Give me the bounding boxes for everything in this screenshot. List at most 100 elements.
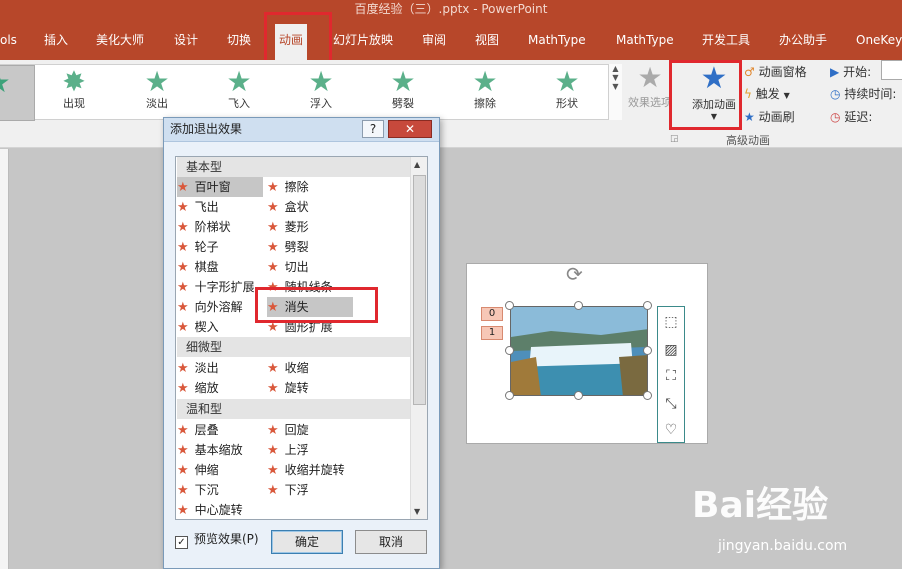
star-icon: ★ — [177, 463, 189, 478]
close-button[interactable]: ✕ — [388, 120, 432, 138]
tab-view[interactable]: 视图 — [475, 20, 499, 60]
effect-item[interactable]: ★ 回旋 — [267, 420, 353, 440]
preview-effect-checkbox[interactable]: ✓ 预览效果(P) — [175, 532, 259, 549]
ok-button[interactable]: 确定 — [271, 530, 343, 554]
star-icon: ★ — [267, 200, 279, 215]
effect-item[interactable]: ★ 百叶窗 — [177, 177, 263, 197]
resize-handle-n[interactable] — [574, 301, 583, 310]
star-icon: ★ — [472, 65, 498, 98]
tab-review[interactable]: 审阅 — [422, 20, 446, 60]
resize-handle-e[interactable] — [643, 346, 652, 355]
add-exit-effect-dialog: 添加退出效果 ? ✕ 基本型 ★ 百叶窗 ★ 擦除 ★ 飞出 ★ 盒状 ★ 阶梯状 ★ 菱形… — [163, 117, 440, 569]
effect-item[interactable]: ★ 收缩 — [267, 358, 353, 378]
effect-item[interactable]: ★ 十字形扩展 — [177, 277, 263, 297]
effect-item[interactable]: ★ 下沉 — [177, 480, 263, 500]
tab-insert[interactable]: 插入 — [44, 20, 68, 60]
clock-icon: ◷ — [830, 110, 841, 124]
effect-item[interactable]: ★ 轮子 — [177, 237, 263, 257]
effect-options-button[interactable]: ★ 效果选项 — [628, 62, 672, 110]
gallery-item-fade[interactable]: ★ 淡出 — [122, 65, 192, 121]
heart-icon[interactable]: ♡ — [662, 421, 680, 439]
gallery-item-appear[interactable]: ✸ 出现 — [39, 65, 109, 121]
gallery-scroll[interactable]: ▲ ▼ ▼ — [608, 64, 622, 120]
resize-handle-se[interactable] — [643, 391, 652, 400]
brush-star-icon: ★ — [744, 110, 755, 124]
star-icon: ★ — [177, 361, 189, 376]
effect-item[interactable]: ★ 伸缩 — [177, 460, 263, 480]
gallery-item-wipe[interactable]: ★ 擦除 — [450, 65, 520, 121]
star-icon: ★ — [177, 300, 189, 315]
cancel-button[interactable]: 取消 — [355, 530, 427, 554]
effect-item[interactable]: ★ 劈裂 — [267, 237, 353, 257]
group-launcher-icon[interactable]: ◲ — [670, 134, 679, 144]
effect-item[interactable]: ★ 飞出 — [177, 197, 263, 217]
resize-icon[interactable]: ⤡ — [662, 395, 680, 413]
star-burst-icon: ✸ — [62, 65, 86, 98]
tab-developer[interactable]: 开发工具 — [702, 20, 750, 60]
gallery-item-none[interactable]: ★ — [0, 65, 35, 121]
image-icon[interactable]: ▨ — [662, 341, 680, 359]
gallery-item-fly-in[interactable]: ★ 飞入 — [204, 65, 274, 121]
gallery-item-shape[interactable]: ★ 形状 — [532, 65, 602, 121]
tab-mathtype-2[interactable]: MathType — [616, 20, 674, 60]
resize-handle-nw[interactable] — [505, 301, 514, 310]
waterfall-picture[interactable] — [510, 306, 648, 396]
slide-thumbnails-panel[interactable] — [0, 149, 9, 569]
star-icon: ★ — [267, 240, 279, 255]
delay-label: ◷ 延迟: — [830, 110, 873, 124]
crop-icon[interactable]: ⛶ — [662, 367, 680, 385]
effect-item[interactable]: ★ 层叠 — [177, 420, 263, 440]
tab-slideshow[interactable]: 幻灯片放映 — [333, 20, 393, 60]
effect-item[interactable]: ★ 棋盘 — [177, 257, 263, 277]
category-subtle: 细微型 — [177, 337, 410, 357]
effect-item[interactable]: ★ 楔入 — [177, 317, 263, 337]
rotate-handle-icon[interactable]: ⟳ — [566, 262, 583, 286]
effect-item[interactable]: ★ 旋转 — [267, 378, 353, 398]
start-dropdown[interactable] — [881, 60, 902, 80]
effect-item[interactable]: ★ 切出 — [267, 257, 353, 277]
resize-handle-w[interactable] — [505, 346, 514, 355]
layout-icon[interactable]: ⬚ — [662, 313, 680, 331]
effect-item[interactable]: ★ 阶梯状 — [177, 217, 263, 237]
tab-beautify[interactable]: 美化大师 — [96, 20, 144, 60]
gallery-item-float-in[interactable]: ★ 浮入 — [286, 65, 356, 121]
trigger-button[interactable]: ϟ 触发 ▼ — [744, 85, 790, 102]
tab-transitions[interactable]: 切换 — [227, 20, 251, 60]
animation-painter-button[interactable]: ★ 动画刷 — [744, 108, 795, 125]
effect-item[interactable]: ★ 擦除 — [267, 177, 353, 197]
resize-handle-ne[interactable] — [643, 301, 652, 310]
animation-order-tag[interactable]: 0 — [481, 307, 503, 321]
resize-handle-s[interactable] — [574, 391, 583, 400]
effect-item[interactable]: ★ 向外溶解 — [177, 297, 263, 317]
star-icon: ★ — [177, 260, 189, 275]
clock-icon: ◷ — [830, 87, 841, 101]
effect-item[interactable]: ★ 盒状 — [267, 197, 353, 217]
animation-order-tag[interactable]: 1 — [481, 326, 503, 340]
effect-item[interactable]: ★ 淡出 — [177, 358, 263, 378]
effect-item[interactable]: ★ 下浮 — [267, 480, 353, 500]
tab-mathtype-1[interactable]: MathType — [528, 20, 586, 60]
animation-pane-button[interactable]: ♂ 动画窗格 — [744, 63, 807, 80]
effect-item[interactable]: ★ 菱形 — [267, 217, 353, 237]
scroll-thumb[interactable] — [413, 175, 426, 405]
effect-item[interactable]: ★ 基本缩放 — [177, 440, 263, 460]
watermark-logo: Bai经验 — [692, 485, 829, 526]
effect-item[interactable]: ★ 缩放 — [177, 378, 263, 398]
star-icon: ★ — [267, 423, 279, 438]
effect-item[interactable]: ★ 中心旋转 — [177, 500, 263, 519]
exit-effect-list[interactable]: 基本型 ★ 百叶窗 ★ 擦除 ★ 飞出 ★ 盒状 ★ 阶梯状 ★ 菱形 ★ 轮子 ★ 劈裂 ★ 棋… — [175, 156, 428, 520]
effect-item[interactable]: ★ 上浮 — [267, 440, 353, 460]
scroll-down-icon[interactable]: ▼ — [414, 507, 420, 516]
tab-office-helper[interactable]: 办公助手 — [779, 20, 827, 60]
resize-handle-sw[interactable] — [505, 391, 514, 400]
help-button[interactable]: ? — [362, 120, 384, 138]
list-scrollbar[interactable]: ▲ ▼ — [410, 157, 427, 519]
checkbox-checked-icon[interactable]: ✓ — [175, 536, 188, 549]
tab-design[interactable]: 设计 — [174, 20, 198, 60]
gallery-item-split[interactable]: ★ 劈裂 — [368, 65, 438, 121]
effect-item[interactable]: ★ 收缩并旋转 — [267, 460, 353, 480]
tab-onekey[interactable]: OneKey — [856, 20, 902, 60]
tab-tools[interactable]: ols — [0, 20, 17, 60]
scroll-up-icon[interactable]: ▲ — [414, 160, 420, 169]
star-icon: ★ — [267, 260, 279, 275]
